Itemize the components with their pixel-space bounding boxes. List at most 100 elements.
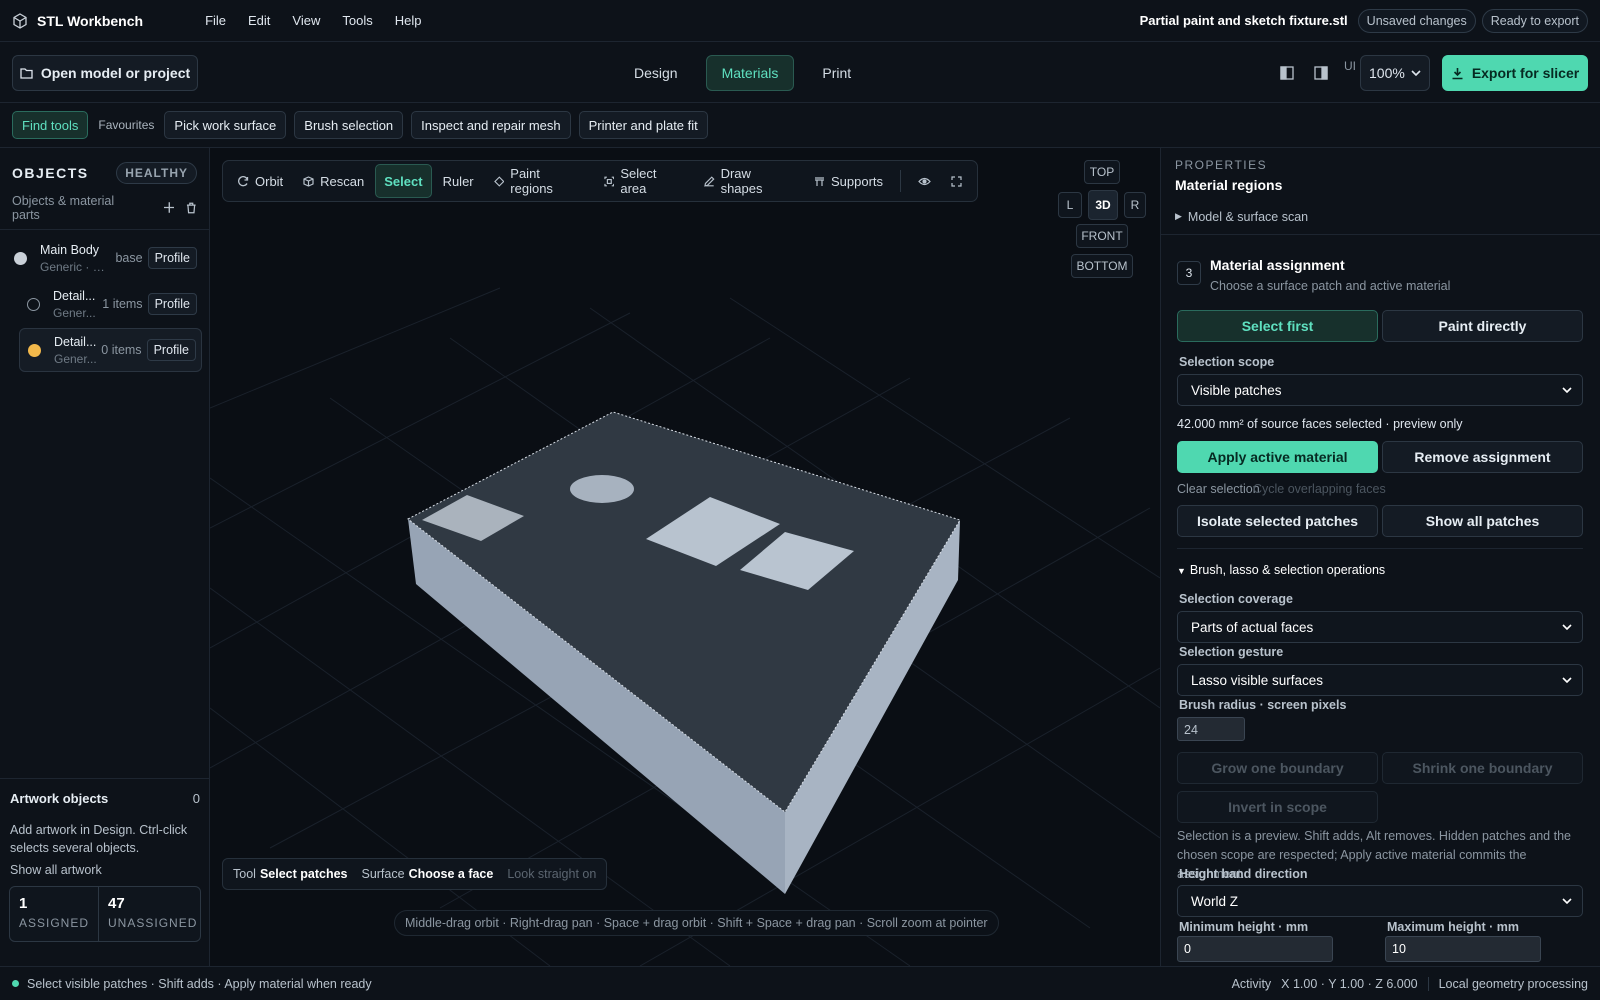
tool-select-area-label: Select area [620,166,657,196]
3d-viewport[interactable]: Orbit Rescan Select Ruler Paint regions … [210,148,1160,966]
object-profile-button[interactable]: Profile [147,293,197,315]
tool-paint-regions[interactable]: Paint regions [485,164,593,198]
main-toolbar: Open model or project Design Materials P… [0,42,1600,103]
tool-paint-label: Paint regions [510,166,553,196]
min-height-label: Minimum height · mm [1179,920,1309,934]
navigation-hint: Middle-drag orbit · Right-drag pan · Spa… [394,910,999,936]
object-item-main-body[interactable]: Main Body Generic · P... base Profile [6,236,202,280]
model-scan-disclosure[interactable]: ▶ Model & surface scan [1161,205,1600,235]
show-all-artwork-link[interactable]: Show all artwork [10,863,200,877]
brush-selection-button[interactable]: Brush selection [294,111,404,139]
tool-status-chip: Tool Select patches Surface Choose a fac… [222,858,608,890]
model-base-body[interactable] [407,411,961,894]
export-slicer-button[interactable]: Export for slicer [1442,55,1588,91]
menu-file[interactable]: File [205,13,226,28]
left-panel-toggle-icon[interactable] [1276,62,1298,84]
tool-ruler[interactable]: Ruler [434,164,483,198]
export-ready-badge: Ready to export [1481,8,1588,33]
object-name: Main Body [40,242,100,257]
invert-scope-button[interactable]: Invert in scope [1177,791,1378,823]
tab-print[interactable]: Print [806,55,867,91]
max-height-input[interactable]: 10 [1385,936,1541,962]
grow-boundary-button[interactable]: Grow one boundary [1177,752,1378,784]
open-model-button[interactable]: Open model or project [12,55,198,91]
object-profile-button[interactable]: Profile [147,247,197,269]
height-direction-select[interactable]: World Z [1177,885,1583,917]
chevron-down-icon [1562,624,1572,630]
apply-material-button[interactable]: Apply active material [1177,441,1378,473]
objects-sidebar: OBJECTS HEALTHY Objects & material parts… [0,148,210,966]
tool-select[interactable]: Select [375,164,432,198]
ui-scale-label: UI [1344,59,1356,73]
chevron-down-icon [1562,387,1572,393]
object-item-detail-2[interactable]: Detail... Gener... 0 items Profile [19,328,202,372]
circular-recess[interactable] [570,475,634,503]
selection-scope-label: Selection scope [1179,355,1275,369]
trash-icon[interactable] [186,202,197,214]
pick-work-surface-button[interactable]: Pick work surface [164,111,287,139]
tab-design[interactable]: Design [618,55,694,91]
menu-tools[interactable]: Tools [342,13,372,28]
clear-selection-link[interactable]: Clear selection [1177,482,1260,496]
paint-directly-button[interactable]: Paint directly [1382,310,1583,342]
object-material: Generic · P... [40,259,106,274]
visibility-toggle[interactable] [909,164,940,198]
select-area-icon [604,176,614,186]
remove-assignment-button[interactable]: Remove assignment [1382,441,1583,473]
view-front-button[interactable]: FRONT [1076,224,1128,248]
view-bottom-button[interactable]: BOTTOM [1071,254,1133,278]
model-scan-label: Model & surface scan [1187,209,1309,224]
activity-label[interactable]: Activity [1232,977,1272,991]
select-first-button[interactable]: Select first [1177,310,1378,342]
view-left-button[interactable]: L [1058,192,1082,218]
ui-scale-value: 100% [1369,65,1405,81]
download-icon [1452,67,1463,79]
scene[interactable] [210,148,1160,966]
min-height-input[interactable]: 0 [1177,936,1333,962]
cube-logo-icon [13,12,27,29]
selection-coverage-select[interactable]: Parts of actual faces [1177,611,1583,643]
object-count: 1 items [102,297,143,311]
menu-edit[interactable]: Edit [248,13,270,28]
show-all-patches-button[interactable]: Show all patches [1382,505,1583,537]
brush-radius-input[interactable]: 24 [1177,717,1245,741]
right-panel-toggle-icon[interactable] [1310,62,1332,84]
find-tools-button[interactable]: Find tools [12,111,89,139]
status-message: Select visible patches · Shift adds · Ap… [27,976,372,991]
shrink-boundary-button[interactable]: Shrink one boundary [1382,752,1583,784]
object-profile-button[interactable]: Profile [146,339,196,361]
tool-supports[interactable]: Supports [805,164,892,198]
tool-rescan-label: Rescan [320,173,365,189]
object-item-detail-1[interactable]: Detail... Gener... 1 items Profile [19,282,202,326]
brush-section-toggle[interactable]: ▼ Brush, lasso & selection operations [1177,563,1385,577]
tool-orbit[interactable]: Orbit [229,164,292,198]
ui-scale-select[interactable]: 100% [1360,55,1430,91]
surface-status-value: Choose a face [408,867,494,881]
height-direction-label: Height band direction [1179,867,1308,881]
menu-help[interactable]: Help [395,13,422,28]
tool-rescan[interactable]: Rescan [294,164,373,198]
tool-select-area[interactable]: Select area [595,164,693,198]
eye-icon [918,177,931,185]
look-straight-on-hint[interactable]: Look straight on [507,867,596,881]
object-color-dot [28,343,41,357]
printer-plate-fit-button[interactable]: Printer and plate fit [578,111,708,139]
object-material: Gener... [54,351,97,366]
menu-view[interactable]: View [292,13,320,28]
cycle-faces-link[interactable]: Cycle overlapping faces [1253,482,1386,496]
view-right-button[interactable]: R [1124,192,1146,218]
fullscreen-toggle[interactable] [942,164,971,198]
view-top-button[interactable]: TOP [1084,160,1120,184]
inspect-repair-button[interactable]: Inspect and repair mesh [411,111,571,139]
menu-bar: File Edit View Tools Help [205,13,421,28]
viewport-toolbar: Orbit Rescan Select Ruler Paint regions … [222,160,978,202]
view-3d-button[interactable]: 3D [1088,190,1118,220]
tool-draw-shapes[interactable]: Draw shapes [695,164,803,198]
isolate-patches-button[interactable]: Isolate selected patches [1177,505,1378,537]
selection-gesture-select[interactable]: Lasso visible surfaces [1177,664,1583,696]
assignment-stats: 1 ASSIGNED 47 UNASSIGNED [9,886,201,942]
add-icon[interactable] [163,202,175,213]
selection-scope-select[interactable]: Visible patches [1177,374,1583,406]
material-assignment-step: 3 Material assignment Choose a surface p… [1161,235,1600,293]
tab-materials[interactable]: Materials [705,55,795,91]
